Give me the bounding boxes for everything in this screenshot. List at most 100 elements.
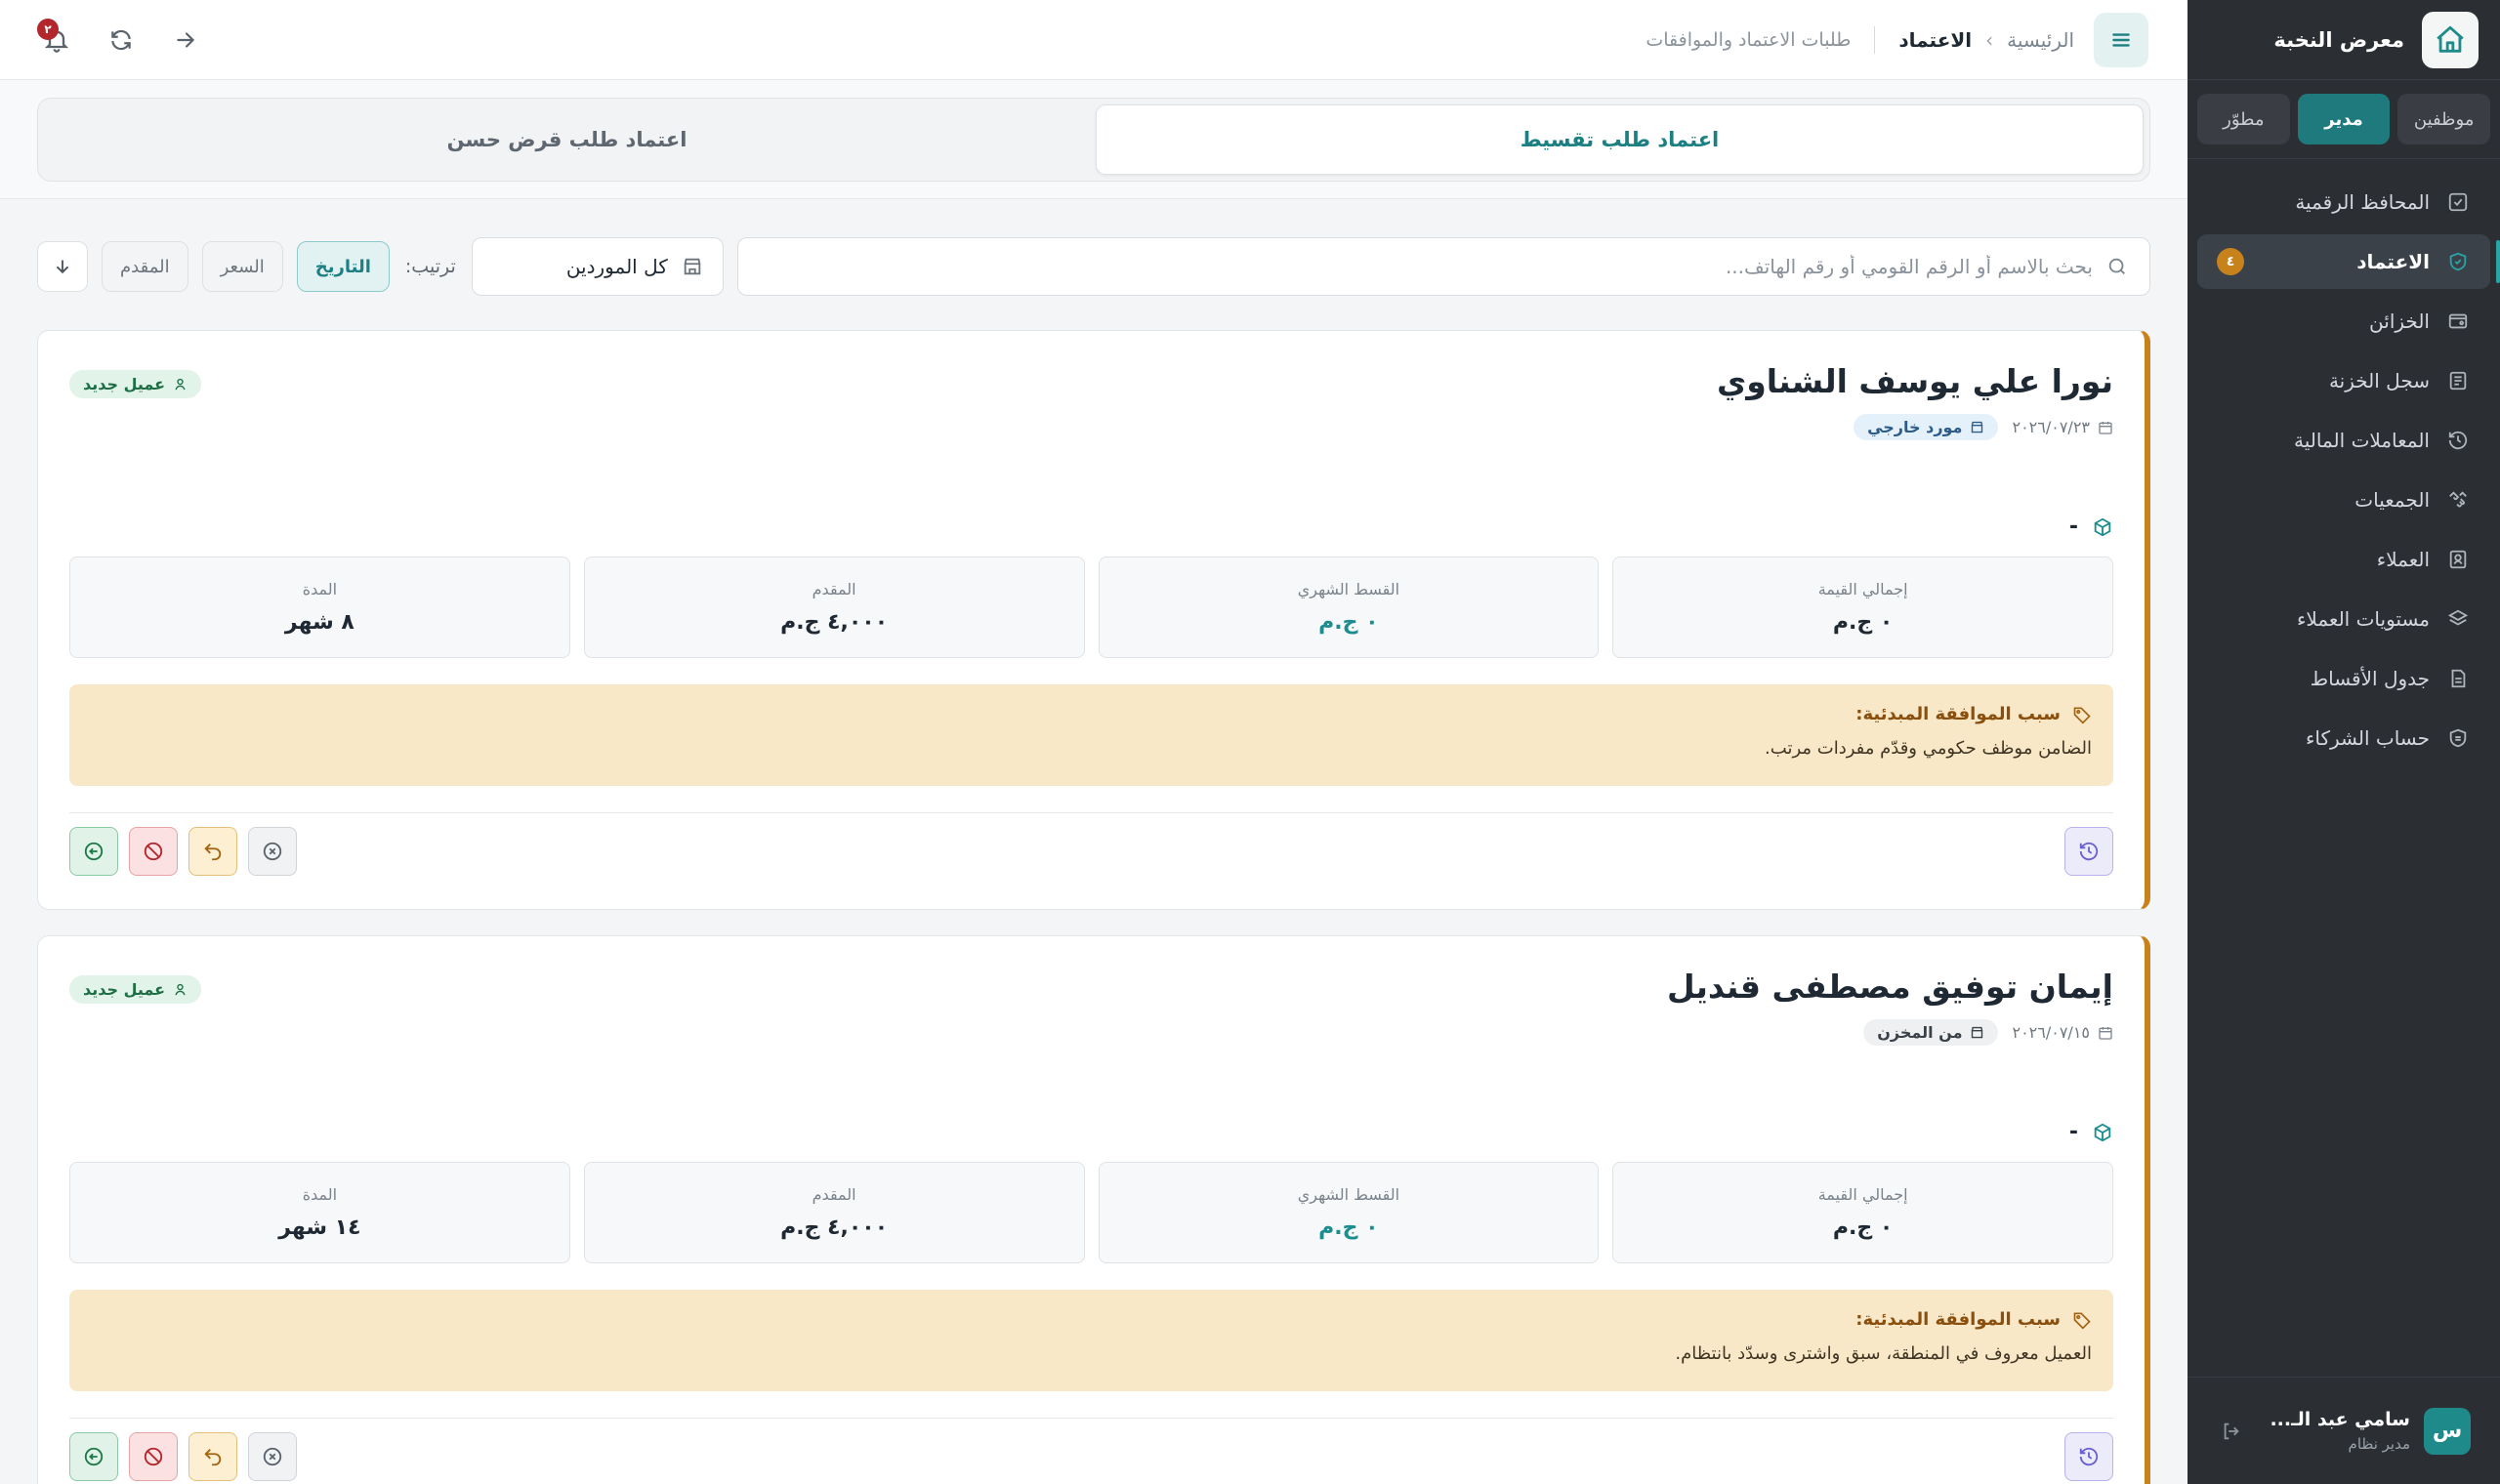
notifications-button[interactable]: ٢ bbox=[37, 18, 74, 58]
customer-status-badge: عميل جديد bbox=[69, 370, 202, 398]
user-profile: س سامي عبد الـ... مدير نظام bbox=[2188, 1377, 2500, 1484]
page-subtitle: طلبات الاعتماد والموافقات bbox=[1646, 28, 1852, 51]
menu-toggle-button[interactable] bbox=[2094, 12, 2148, 67]
history-icon bbox=[2079, 842, 2099, 861]
breadcrumb-current: الاعتماد bbox=[1898, 27, 1973, 52]
sidebar-nav: المحافظ الرقمية الاعتماد ٤ الخزائن سجل ا… bbox=[2188, 159, 2500, 765]
decision-buttons bbox=[69, 827, 297, 876]
ledger-icon bbox=[2445, 368, 2471, 393]
product-row: - bbox=[69, 515, 2113, 539]
refresh-icon bbox=[111, 29, 131, 50]
brand: معرض النخبة bbox=[2188, 0, 2500, 80]
stat-down-payment: المقدم ٤,٠٠٠ ج.م bbox=[583, 556, 1085, 658]
sidebar-item-approvals[interactable]: الاعتماد ٤ bbox=[2197, 234, 2500, 289]
breadcrumb-separator: › bbox=[1985, 27, 1994, 52]
history-icon bbox=[2079, 1447, 2099, 1466]
home-logo-icon bbox=[2422, 11, 2479, 68]
history-icon bbox=[2445, 428, 2471, 453]
sidebar-item-customer-levels[interactable]: مستويات العملاء bbox=[2197, 592, 2490, 646]
breadcrumb-home-link[interactable]: الرئيسية bbox=[2007, 28, 2074, 52]
logout-icon[interactable] bbox=[2217, 1417, 2246, 1446]
return-button[interactable] bbox=[188, 1432, 237, 1481]
supplier-select-value: كل الموردين bbox=[565, 255, 668, 278]
sort-by-downpayment-button[interactable]: المقدم bbox=[102, 241, 188, 292]
handshake-icon bbox=[2445, 487, 2471, 513]
arrow-right-icon bbox=[177, 31, 195, 48]
product-name: - bbox=[2068, 1120, 2078, 1144]
breadcrumb: الرئيسية › الاعتماد طلبات الاعتماد والمو… bbox=[1646, 25, 2074, 54]
role-staff-button[interactable]: موظفين bbox=[2397, 94, 2490, 144]
request-date-value: ٢٠٢٦/٠٧/١٥ bbox=[2012, 1023, 2090, 1042]
stat-label: القسط الشهري bbox=[1297, 1185, 1400, 1204]
package-icon bbox=[2094, 1123, 2111, 1141]
customer-status-badge: عميل جديد bbox=[69, 975, 202, 1004]
return-button[interactable] bbox=[188, 827, 237, 876]
cancel-button[interactable] bbox=[248, 1432, 297, 1481]
request-date-value: ٢٠٢٦/٠٧/٢٣ bbox=[2012, 418, 2090, 436]
user-role: مدير نظام bbox=[2348, 1435, 2410, 1453]
sidebar-item-digital-wallets[interactable]: المحافظ الرقمية bbox=[2197, 175, 2490, 229]
approve-button[interactable] bbox=[69, 827, 118, 876]
sidebar-item-customers[interactable]: العملاء bbox=[2197, 532, 2490, 587]
supplier-select[interactable]: كل الموردين bbox=[471, 237, 724, 296]
stat-value: ٠ ج.م bbox=[1318, 1216, 1379, 1240]
source-badge-label: من المخزن bbox=[1877, 1023, 1963, 1042]
sidebar-item-treasury-log[interactable]: سجل الخزنة bbox=[2197, 353, 2490, 408]
tab-loan-approval[interactable]: اعتماد طلب قرض حسن bbox=[44, 104, 1090, 175]
wallet-check-icon bbox=[2445, 189, 2471, 215]
store-icon bbox=[1972, 1026, 1983, 1039]
topbar: الرئيسية › الاعتماد طلبات الاعتماد والمو… bbox=[0, 0, 2188, 80]
reject-button[interactable] bbox=[129, 827, 178, 876]
stat-duration: المدة ١٤ شهر bbox=[69, 1162, 570, 1263]
layers-icon bbox=[2445, 606, 2471, 632]
approval-reason: سبب الموافقة المبدئية: الضامن موظف حكومي… bbox=[69, 684, 2113, 786]
hamburger-icon bbox=[2112, 32, 2130, 47]
sidebar-item-label: مستويات العملاء bbox=[2297, 607, 2430, 631]
notification-count-badge: ٢ bbox=[37, 18, 59, 40]
avatar[interactable]: س bbox=[2424, 1407, 2471, 1455]
stat-label: إجمالي القيمة bbox=[1817, 580, 1908, 598]
package-icon bbox=[2094, 517, 2111, 536]
product-name: - bbox=[2068, 515, 2078, 539]
card-title-block: إيمان توفيق مصطفى قنديل ٢٠٢٦/٠٧/١٥ من ال… bbox=[1667, 968, 2113, 1046]
sidebar-item-safes[interactable]: الخزائن bbox=[2197, 294, 2490, 349]
history-button[interactable] bbox=[2064, 827, 2113, 876]
sort-by-date-button[interactable]: التاريخ bbox=[296, 241, 390, 292]
breadcrumb-divider bbox=[1874, 25, 1876, 54]
approval-card: نورا علي يوسف الشناوي ٢٠٢٦/٠٧/٢٣ مورد خا… bbox=[37, 330, 2150, 910]
reject-button[interactable] bbox=[129, 1432, 178, 1481]
sidebar-item-partners[interactable]: حساب الشركاء bbox=[2197, 711, 2490, 765]
sidebar-item-installments-table[interactable]: جدول الأقساط bbox=[2197, 651, 2490, 706]
search-input[interactable] bbox=[759, 255, 2093, 278]
stat-value: ١٤ شهر bbox=[278, 1216, 361, 1240]
history-button[interactable] bbox=[2064, 1432, 2113, 1481]
sidebar-item-associations[interactable]: الجمعيات bbox=[2197, 473, 2490, 527]
approvals-count-badge: ٤ bbox=[2217, 248, 2244, 275]
cancel-button[interactable] bbox=[248, 827, 297, 876]
stat-down-payment: المقدم ٤,٠٠٠ ج.م bbox=[583, 1162, 1085, 1263]
refresh-button[interactable] bbox=[104, 22, 139, 58]
sidebar-item-transactions[interactable]: المعاملات المالية bbox=[2197, 413, 2490, 468]
calendar-icon bbox=[2099, 421, 2112, 434]
role-switcher: موظفين مدير مطوّر bbox=[2188, 80, 2500, 159]
tab-installment-approval[interactable]: اعتماد طلب تقسيط bbox=[1096, 104, 2144, 175]
role-developer-button[interactable]: مطوّر bbox=[2196, 94, 2290, 144]
sidebar-item-label: الجمعيات bbox=[2354, 488, 2430, 512]
card-actions bbox=[69, 812, 2113, 876]
sort-label: ترتيب: bbox=[404, 256, 456, 277]
card-title-block: نورا علي يوسف الشناوي ٢٠٢٦/٠٧/٢٣ مورد خا… bbox=[1717, 362, 2113, 440]
shield-check-icon bbox=[2445, 249, 2471, 274]
forward-button[interactable] bbox=[168, 22, 203, 58]
sidebar-item-label: حساب الشركاء bbox=[2305, 726, 2430, 750]
search-icon bbox=[2108, 258, 2125, 274]
approval-reason-text: العميل معروف في المنطقة، سبق واشترى وسدّ… bbox=[1675, 1343, 2092, 1364]
sort-by-price-button[interactable]: السعر bbox=[201, 241, 283, 292]
sort-direction-button[interactable] bbox=[37, 241, 88, 292]
close-circle-icon bbox=[263, 1447, 282, 1466]
sidebar-item-label: الخزائن bbox=[2369, 309, 2430, 333]
stat-label: إجمالي القيمة bbox=[1817, 1185, 1908, 1204]
search-box bbox=[736, 237, 2150, 296]
role-manager-button[interactable]: مدير bbox=[2297, 94, 2391, 144]
user-name: سامي عبد الـ... bbox=[2270, 1409, 2410, 1430]
approve-button[interactable] bbox=[69, 1432, 118, 1481]
